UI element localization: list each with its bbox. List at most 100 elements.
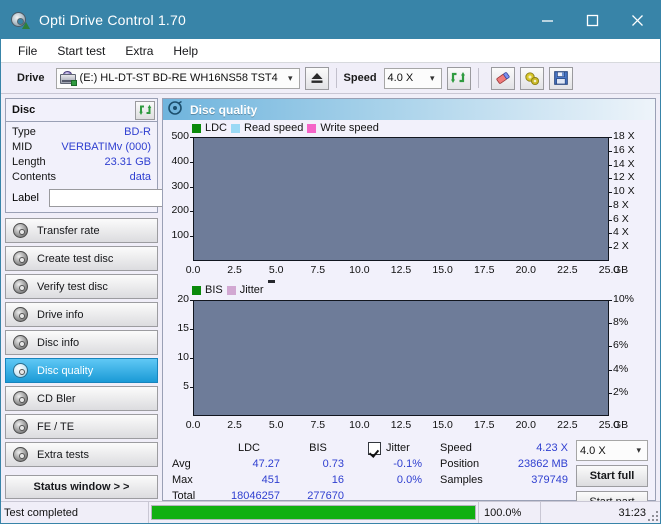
- menu-item-start-test[interactable]: Start test: [48, 41, 114, 61]
- sidebar-item-cd-bler[interactable]: CD Bler: [5, 386, 158, 411]
- app-window: Opti Drive Control 1.70 File Start test …: [0, 0, 661, 524]
- samples-stat-label: Samples: [440, 474, 483, 486]
- bis-legend: BIS Jitter: [192, 280, 275, 296]
- y2-tick-label: 8%: [613, 316, 629, 329]
- speed-label: Speed: [343, 72, 377, 84]
- y-tick-label: 10: [177, 351, 189, 363]
- disc-icon: [13, 279, 28, 294]
- sidebar-item-verify-test-disc[interactable]: Verify test disc: [5, 274, 158, 299]
- app-disc-arrow-icon: [10, 10, 30, 30]
- progress-area: [148, 502, 478, 523]
- x-tick-label: 17.5: [473, 264, 495, 276]
- progress-fill: [152, 506, 475, 519]
- drive-select-value: (E:) HL-DT-ST BD-RE WH16NS58 TST4: [79, 72, 278, 84]
- position-stat-value: 23862 MB: [517, 458, 568, 470]
- start-full-button[interactable]: Start full: [576, 465, 648, 487]
- y-tick-label: 20: [177, 293, 189, 305]
- legend-label: Jitter: [239, 284, 264, 296]
- sidebar-item-disc-quality[interactable]: Disc quality: [5, 358, 158, 383]
- speed-select[interactable]: 4.0 X ▾: [383, 67, 442, 89]
- maximize-icon[interactable]: [570, 1, 615, 39]
- menu-item-help[interactable]: Help: [164, 41, 207, 61]
- refresh-button[interactable]: [446, 66, 471, 90]
- x-tick-label: 5.0: [268, 419, 284, 431]
- panel-header: Disc quality: [163, 99, 655, 120]
- chevron-down-icon: ▾: [430, 72, 435, 83]
- ldc-plot: [193, 137, 609, 261]
- charts-area: LDC Read speed Write speed 100 200 300 400 500…: [163, 120, 655, 518]
- status-bar: Test completed 100.0% 31:23: [1, 501, 660, 523]
- stats-header-ldc: LDC: [237, 442, 260, 454]
- menu-bar: File Start test Extra Help: [1, 39, 660, 63]
- y2-tick-label: 18 X: [613, 130, 635, 142]
- y2-tick: [609, 219, 612, 221]
- disc-row-mid: MID VERBATIMv (000): [12, 140, 151, 155]
- y2-tick-label: 14 X: [613, 157, 635, 170]
- test-speed-select[interactable]: 4.0 X ▾: [576, 440, 648, 461]
- drive-toolbar: Drive (E:) HL-DT-ST BD-RE WH16NS58 TST4 …: [1, 63, 660, 94]
- disc-quality-panel: Disc quality LDC Read speed Write speed 10…: [162, 98, 656, 513]
- stats-header-bis: BIS: [309, 442, 327, 454]
- menu-item-file[interactable]: File: [9, 41, 46, 61]
- right-content: Disc quality LDC Read speed Write speed 10…: [162, 98, 656, 513]
- jitter-header: Jitter: [368, 440, 426, 456]
- floppy-save-icon: [553, 71, 568, 85]
- ldc-chart: LDC Read speed Write speed 100 200 300 400 500…: [166, 122, 652, 282]
- sidebar-item-disc-info[interactable]: Disc info: [5, 330, 158, 355]
- progress-percent: 100.0%: [478, 502, 540, 523]
- disc-type-label: Type: [12, 126, 36, 138]
- legend-label: Read speed: [244, 122, 304, 134]
- y2-tick-label: 12 X: [613, 171, 635, 184]
- disc-properties: Type BD-R MID VERBATIMv (000) Length 23.…: [6, 122, 257, 212]
- minimize-icon[interactable]: [525, 1, 570, 39]
- x-tick-label: 7.5: [310, 264, 326, 276]
- y-tick: [190, 211, 193, 213]
- y-tick-label: 5: [183, 380, 189, 392]
- status-window-button[interactable]: Status window > >: [5, 475, 158, 499]
- y2-tick-label: 2%: [613, 385, 629, 398]
- disc-icon: [13, 419, 28, 434]
- disc-contents-label: Contents: [12, 171, 57, 183]
- sidebar-item-drive-info[interactable]: Drive info: [5, 302, 158, 327]
- y2-tick-label: 16 X: [613, 143, 635, 156]
- x-tick-label: 22.5: [557, 419, 578, 431]
- y2-tick-label: 2 X: [613, 240, 629, 253]
- y2-tick: [609, 392, 612, 394]
- x-tick-label: 2.5: [227, 264, 242, 276]
- bis-chart: BIS Jitter 5 10 15 20 2% 4% 6% 8% 10% 0.0 2.5 5.0 7…: [166, 280, 652, 436]
- erase-button[interactable]: [490, 66, 515, 90]
- x-tick-label: 0.0: [185, 419, 201, 431]
- disc-icon: [13, 223, 28, 238]
- close-icon[interactable]: [615, 1, 660, 39]
- settings-button[interactable]: [519, 66, 544, 90]
- disc-length-label: Length: [12, 156, 46, 168]
- resize-grip[interactable]: [647, 510, 658, 521]
- y2-tick: [609, 164, 612, 166]
- speed-stat-label: Speed: [440, 442, 472, 454]
- y-tick-label: 500: [171, 130, 189, 142]
- legend-label: BIS: [205, 284, 223, 296]
- sidebar-item-label: Disc info: [37, 336, 80, 349]
- x-tick-label: 12.5: [390, 419, 412, 431]
- sidebar-item-fe-te[interactable]: FE / TE: [5, 414, 158, 439]
- legend-label: LDC: [205, 122, 228, 134]
- eject-button[interactable]: [304, 66, 329, 90]
- samples-stat-value: 379749: [531, 474, 568, 486]
- x-tick-label: 22.5: [557, 264, 578, 276]
- x-tick-label: 15.0: [432, 264, 453, 276]
- jitter-checkbox[interactable]: [368, 441, 381, 455]
- jitter-label: Jitter: [386, 442, 410, 454]
- disc-row-length: Length 23.31 GB: [12, 155, 151, 170]
- save-button[interactable]: [548, 66, 573, 90]
- sidebar-item-transfer-rate[interactable]: Transfer rate: [5, 218, 158, 243]
- stats-max-ldc: 451: [261, 474, 280, 486]
- sidebar-item-label: Create test disc: [37, 252, 114, 265]
- disc-refresh-button[interactable]: [135, 100, 155, 120]
- test-speed-value: 4.0 X: [580, 444, 606, 457]
- sidebar-item-create-test-disc[interactable]: Create test disc: [5, 246, 158, 271]
- menu-item-extra[interactable]: Extra: [116, 41, 162, 61]
- sidebar-item-extra-tests[interactable]: Extra tests: [5, 442, 158, 467]
- x-tick-label: 0.0: [185, 264, 201, 276]
- drive-select[interactable]: (E:) HL-DT-ST BD-RE WH16NS58 TST4 ▾: [55, 67, 300, 89]
